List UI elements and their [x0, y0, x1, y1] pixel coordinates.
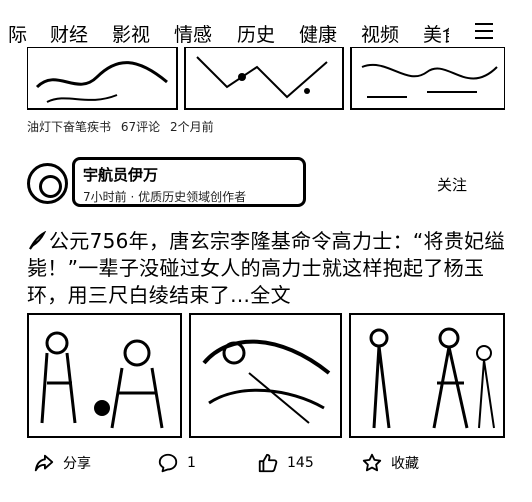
previous-comments: 67评论 [120, 120, 161, 134]
previous-card-images[interactable] [26, 46, 506, 111]
article-image-2[interactable] [189, 313, 342, 438]
headline-text: 公元756年，唐玄宗李隆基命令高力士：“将贵妃缢毙！”一辈子没碰过女人的高力士就… [27, 229, 505, 307]
previous-author[interactable]: 油灯下奋笔疾书 [27, 120, 111, 134]
article-image-3[interactable] [349, 313, 505, 438]
share-icon [34, 454, 54, 472]
comment-button[interactable]: 1 [157, 447, 196, 479]
follow-button[interactable]: 关注 [437, 174, 467, 195]
author-name[interactable]: 宇航员伊万 [83, 164, 158, 185]
previous-time: 2个月前 [169, 120, 214, 134]
category-nav: 际 财经 影视 情感 历史 健康 视频 美食 [0, 0, 532, 46]
feed-page: 际 财经 影视 情感 历史 健康 视频 美食 油灯下奋笔疾书 67评论 2个月前 [0, 0, 532, 502]
tab-video[interactable]: 视频 [361, 20, 399, 47]
tab-film[interactable]: 影视 [112, 20, 150, 47]
avatar[interactable] [27, 163, 68, 204]
article-images[interactable] [27, 313, 505, 438]
star-icon [362, 453, 382, 472]
tab-emotion[interactable]: 情感 [174, 20, 212, 47]
tab-health[interactable]: 健康 [299, 20, 337, 47]
article-headline[interactable]: 公元756年，唐玄宗李隆基命令高力士：“将贵妃缢毙！”一辈子没碰过女人的高力士就… [27, 228, 507, 309]
action-bar: 分享 1 145 收藏 [0, 447, 532, 479]
like-button[interactable]: 145 [257, 447, 314, 479]
share-label: 分享 [63, 456, 91, 472]
favorite-label: 收藏 [391, 456, 419, 472]
article-image-1[interactable] [27, 313, 182, 438]
feather-icon [29, 231, 47, 250]
author-subtitle: 7小时前 · 优质历史领域创作者 [83, 190, 247, 204]
tab-history[interactable]: 历史 [237, 20, 275, 47]
favorite-button[interactable]: 收藏 [361, 447, 419, 479]
share-button[interactable]: 分享 [33, 447, 91, 479]
like-count: 145 [287, 455, 314, 471]
thumbs-up-icon [258, 453, 278, 473]
menu-icon[interactable] [475, 23, 493, 39]
comment-count: 1 [187, 455, 196, 471]
comment-icon [158, 453, 178, 473]
tab-food[interactable]: 美食 [423, 20, 449, 47]
tab-finance[interactable]: 财经 [50, 20, 88, 47]
tab-international[interactable]: 际 [8, 20, 27, 47]
previous-card-meta: 油灯下奋笔疾书 67评论 2个月前 [27, 118, 220, 135]
